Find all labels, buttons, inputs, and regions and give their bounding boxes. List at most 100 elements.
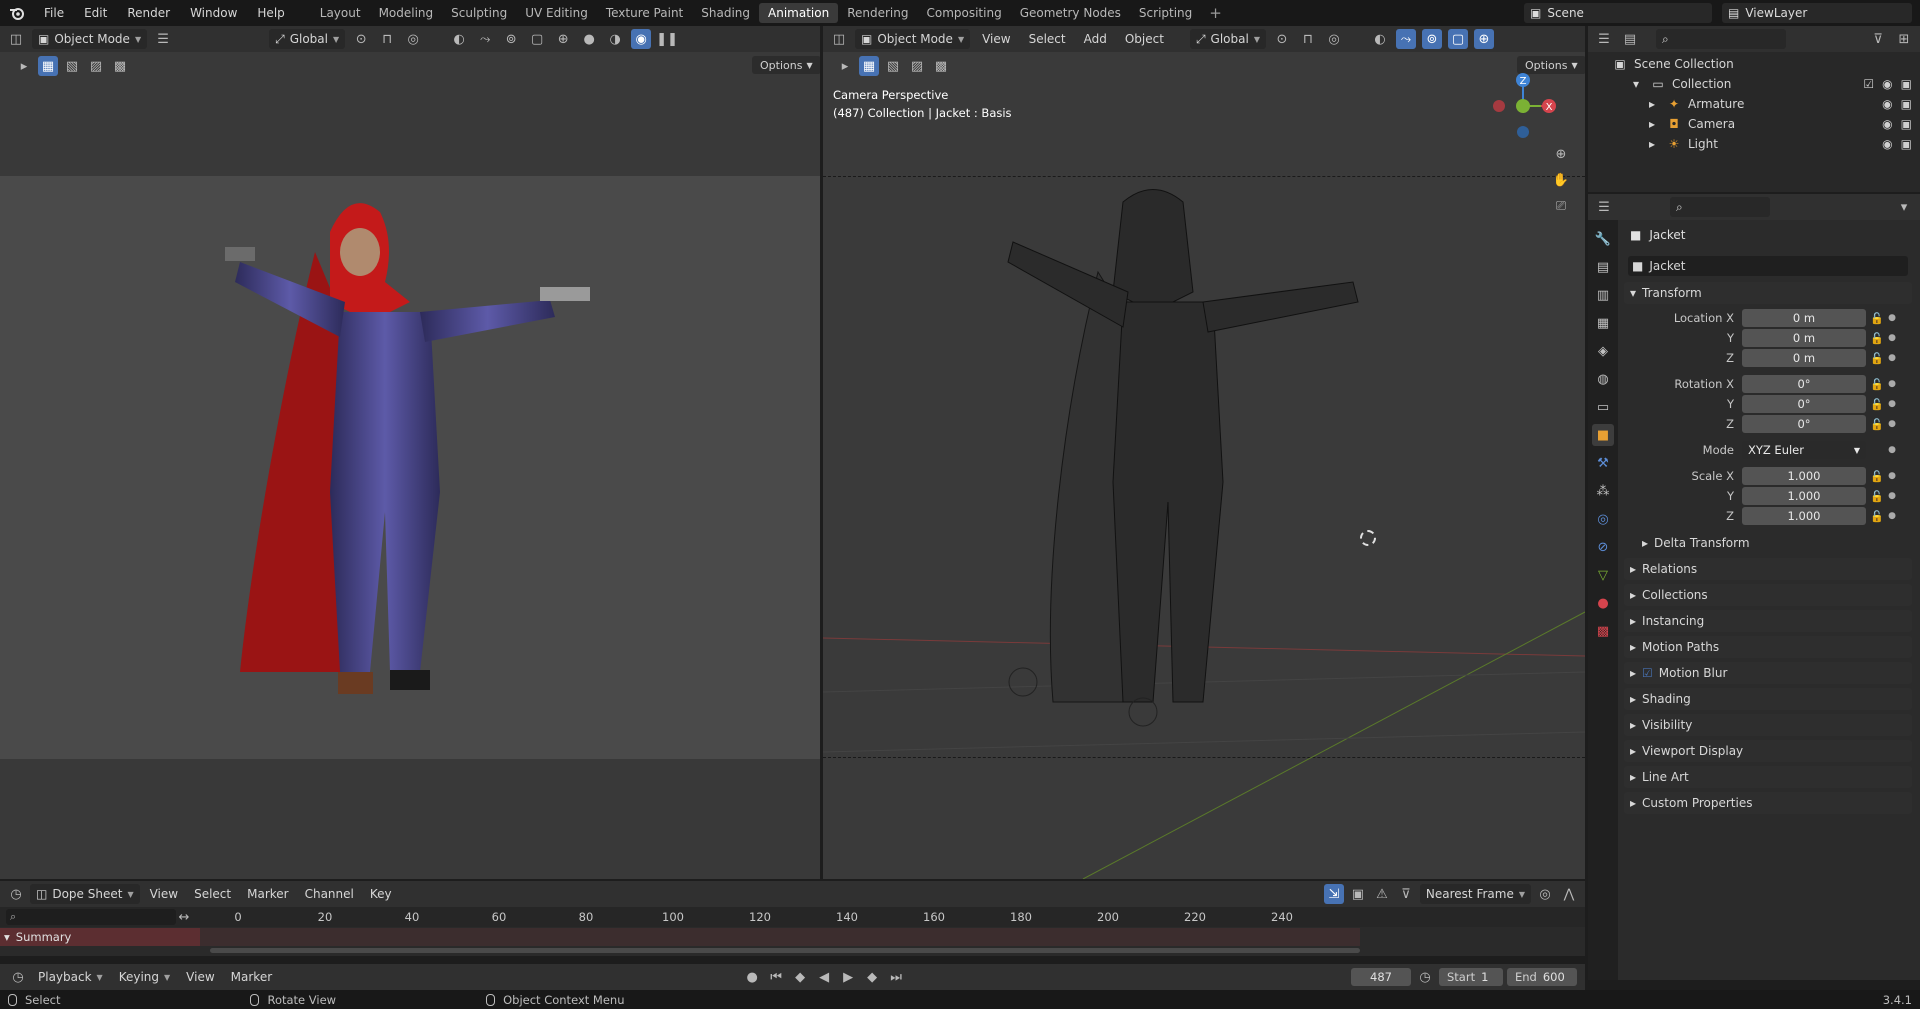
render-icon[interactable]: ▣ [1901, 97, 1912, 111]
overlay-icon[interactable]: ⊚ [501, 29, 521, 49]
location-x-field[interactable]: 0 m [1742, 309, 1866, 327]
xray-icon[interactable]: ▢ [1447, 29, 1468, 49]
menu-view[interactable]: View [144, 887, 184, 901]
blender-logo-icon[interactable] [0, 0, 34, 26]
editor-type-icon[interactable]: ◷ [6, 884, 26, 904]
menu-window[interactable]: Window [180, 0, 247, 26]
panel-collections[interactable]: ▸ Collections [1624, 584, 1912, 606]
rotation-z-field[interactable]: 0° [1742, 415, 1866, 433]
panel-motion-paths[interactable]: ▸ Motion Paths [1624, 636, 1912, 658]
navigation-gizmo[interactable]: Z X [1483, 70, 1563, 150]
panel-visibility[interactable]: ▸ Visibility [1624, 714, 1912, 736]
texture-tab-icon[interactable]: ▩ [1592, 620, 1614, 642]
end-frame-field[interactable]: End 600 [1507, 968, 1577, 986]
scale-z-field[interactable]: 1.000 [1742, 507, 1866, 525]
camera-view-icon[interactable]: ⎚ [1551, 196, 1571, 216]
eye-icon[interactable]: ◉ [1882, 77, 1892, 91]
right-mode-dropdown[interactable]: ▣ Object Mode ▼ [855, 29, 971, 49]
menu-view[interactable]: View [180, 970, 220, 984]
keyframe-dot-icon[interactable]: ● [1888, 379, 1896, 389]
outliner-item[interactable]: ▸ ☀ Light ◉ ▣ [1588, 134, 1920, 154]
visibility-icon[interactable]: ◐ [1370, 29, 1390, 49]
scale-x-field[interactable]: 1.000 [1742, 467, 1866, 485]
tab-sculpting[interactable]: Sculpting [442, 3, 516, 23]
collection-row[interactable]: ▾ ▭ Collection ☑ ◉ ▣ [1588, 74, 1920, 94]
lock-icon[interactable]: 🔓 [1866, 398, 1888, 411]
menu-select[interactable]: Select [1023, 32, 1072, 46]
left-viewport[interactable]: ▸ ▦ ▧ ▨ ▩ Options ▼ [0, 52, 820, 879]
pivot-icon[interactable]: ⊙ [1272, 29, 1292, 49]
tab-rendering[interactable]: Rendering [838, 3, 917, 23]
menu-edit[interactable]: Edit [74, 0, 117, 26]
dope-sheet-mode-dropdown[interactable]: ◫ Dope Sheet ▼ [30, 884, 140, 904]
outliner-search[interactable]: ⌕ [1656, 29, 1786, 49]
menu-select[interactable]: Select [188, 887, 237, 901]
frame-ruler[interactable]: 0 20 40 60 80 100 120 140 160 180 200 22… [200, 907, 1585, 927]
view-layer-selector[interactable]: ▤ ViewLayer [1722, 3, 1912, 23]
editor-type-icon[interactable]: ◫ [829, 29, 849, 49]
menu-help[interactable]: Help [247, 0, 294, 26]
delta-transform-header[interactable]: ▸ Delta Transform [1636, 532, 1912, 554]
panel-relations[interactable]: ▸ Relations [1624, 558, 1912, 580]
scale-y-field[interactable]: 1.000 [1742, 487, 1866, 505]
new-collection-icon[interactable]: ⊞ [1894, 29, 1914, 49]
zoom-icon[interactable]: ⊕ [1551, 144, 1571, 164]
object-tab-icon[interactable]: ■ [1592, 424, 1614, 446]
select-subtract-icon[interactable]: ▨ [86, 56, 106, 76]
tab-compositing[interactable]: Compositing [917, 3, 1010, 23]
show-errors-icon[interactable]: ⚠ [1372, 884, 1392, 904]
filter-icon[interactable]: ⊽ [1396, 884, 1416, 904]
next-keyframe-icon[interactable]: ◆ [862, 967, 882, 987]
prev-keyframe-icon[interactable]: ◆ [790, 967, 810, 987]
outliner-item[interactable]: ▸ ◘ Camera ◉ ▣ [1588, 114, 1920, 134]
expand-icon[interactable]: ▸ [1644, 117, 1660, 131]
playback-menu[interactable]: Playback ▼ [32, 967, 109, 987]
expand-icon[interactable]: ▾ [1628, 77, 1644, 91]
rotation-y-field[interactable]: 0° [1742, 395, 1866, 413]
left-mode-dropdown[interactable]: ▣ Object Mode ▼ [32, 29, 148, 49]
object-name-field[interactable]: ■ Jacket [1628, 256, 1908, 276]
swap-icon[interactable]: ↔ [176, 907, 192, 927]
rotation-x-field[interactable]: 0° [1742, 375, 1866, 393]
snap-dropdown[interactable]: Nearest Frame ▼ [1419, 884, 1531, 904]
eye-icon[interactable]: ◉ [1882, 97, 1892, 111]
checkbox-icon[interactable]: ☑ [1863, 77, 1874, 91]
rendered-shading-icon[interactable]: ◉ [631, 29, 652, 49]
visibility-icon[interactable]: ◐ [449, 29, 469, 49]
play-icon[interactable]: ▶ [838, 967, 858, 987]
pan-hand-icon[interactable]: ✋ [1551, 170, 1571, 190]
tab-texture-paint[interactable]: Texture Paint [597, 3, 692, 23]
particles-tab-icon[interactable]: ⁂ [1592, 480, 1614, 502]
keyframe-dot-icon[interactable]: ● [1888, 313, 1896, 323]
lock-icon[interactable]: 🔓 [1866, 418, 1888, 431]
material-tab-icon[interactable]: ● [1592, 592, 1614, 614]
solid-shading-icon[interactable]: ● [579, 29, 599, 49]
eye-icon[interactable]: ◉ [1882, 137, 1892, 151]
editor-type-icon[interactable]: ◷ [8, 967, 28, 987]
overlay-icon[interactable]: ⊚ [1421, 29, 1442, 49]
right-orientation-dropdown[interactable]: ⤢ Global ▼ [1189, 29, 1266, 49]
menu-channel[interactable]: Channel [299, 887, 360, 901]
keyframe-dot-icon[interactable]: ● [1888, 491, 1896, 501]
proportional-edit-icon[interactable]: ◎ [1535, 884, 1555, 904]
scene-tab-icon[interactable]: ◈ [1592, 340, 1614, 362]
menu-marker[interactable]: Marker [241, 887, 294, 901]
editor-type-icon[interactable]: ☰ [1594, 29, 1614, 49]
location-z-field[interactable]: 0 m [1742, 349, 1866, 367]
menu-add[interactable]: Add [1078, 32, 1113, 46]
render-icon[interactable]: ▣ [1901, 117, 1912, 131]
eye-icon[interactable]: ◉ [1882, 117, 1892, 131]
panel-line-art[interactable]: ▸ Line Art [1624, 766, 1912, 788]
lock-icon[interactable]: 🔓 [1866, 332, 1888, 345]
material-shading-icon[interactable]: ◑ [605, 29, 625, 49]
right-viewport[interactable]: ▸ ▦ ▧ ▨ ▩ Options ▼ Camera Perspective (… [823, 52, 1585, 879]
tool-tab-icon[interactable]: 🔧 [1592, 228, 1614, 250]
tab-scripting[interactable]: Scripting [1130, 3, 1201, 23]
editor-type-icon[interactable]: ☰ [1594, 197, 1614, 217]
lock-icon[interactable]: 🔓 [1866, 470, 1888, 483]
jump-end-icon[interactable]: ⏭ [886, 967, 906, 987]
rotation-mode-select[interactable]: XYZ Euler ▼ [1742, 441, 1866, 459]
render-icon[interactable]: ▣ [1901, 137, 1912, 151]
scene-collection-row[interactable]: ▣ Scene Collection [1588, 54, 1920, 74]
wireframe-shading-icon[interactable]: ⊕ [1473, 29, 1494, 49]
